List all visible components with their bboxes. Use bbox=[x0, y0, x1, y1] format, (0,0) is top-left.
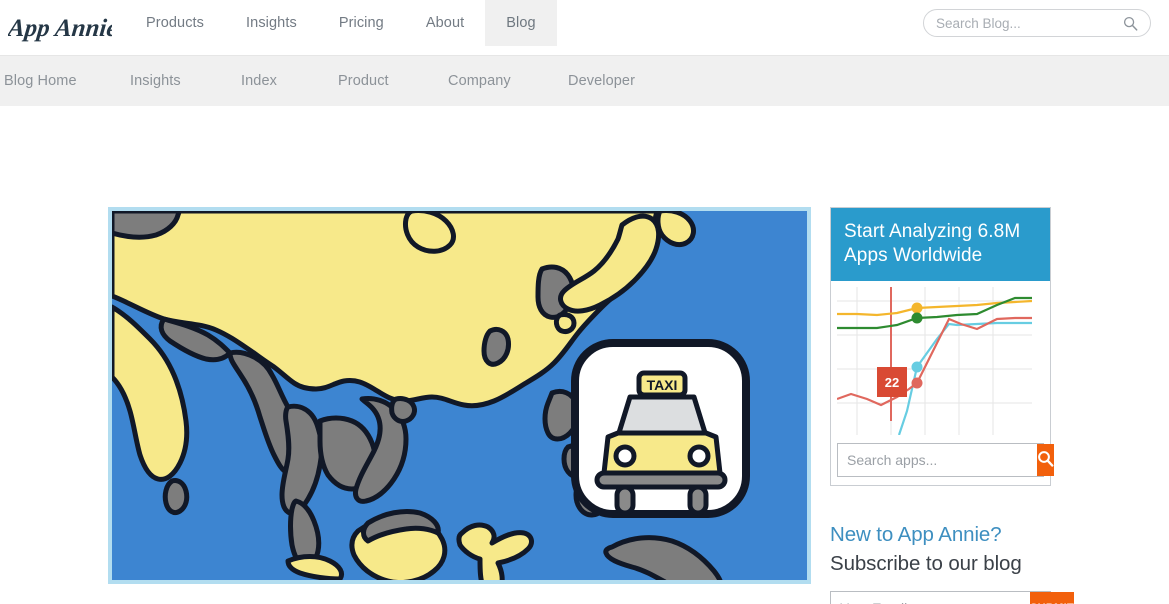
mini-line-chart: 22 bbox=[837, 287, 1044, 436]
promo-card: Start Analyzing 6.8M Apps Worldwide 22 S… bbox=[830, 207, 1054, 487]
chart-rank-value: 22 bbox=[885, 375, 899, 390]
apps-search-input[interactable] bbox=[838, 444, 1037, 477]
search-icon[interactable] bbox=[1123, 16, 1138, 31]
japan-hokkaido bbox=[655, 211, 696, 248]
nav-label: Insights bbox=[246, 15, 297, 31]
search-input[interactable] bbox=[936, 15, 1123, 31]
taxi-headlight-left bbox=[613, 444, 637, 468]
subscribe-heading-secondary: Subscribe to our blog bbox=[830, 551, 1022, 575]
taxi-wheel-left bbox=[614, 484, 636, 516]
subnav-item-product[interactable]: Product bbox=[338, 73, 389, 89]
subnav-label: Index bbox=[241, 73, 277, 89]
search-icon bbox=[1037, 450, 1054, 470]
blog-subnav: Blog Home Insights Index Product Company… bbox=[0, 55, 1169, 106]
taxi-wheel-right bbox=[687, 484, 709, 516]
svg-text:App Annie: App Annie bbox=[8, 15, 112, 42]
chart-bg bbox=[837, 287, 1032, 436]
subnav-item-index[interactable]: Index bbox=[241, 73, 277, 89]
blog-search bbox=[923, 9, 1151, 37]
subscribe-heading-primary: New to App Annie? bbox=[830, 523, 1002, 547]
app-annie-logo[interactable]: App Annie bbox=[0, 0, 112, 55]
chart-marker-red bbox=[911, 377, 923, 389]
asia-map-illustration: TAXI bbox=[112, 211, 807, 580]
taxi-sign-label: TAXI bbox=[647, 377, 678, 393]
subnav-label: Company bbox=[448, 73, 511, 89]
subscribe-submit-button[interactable]: SUBMIT bbox=[1030, 592, 1074, 604]
search-pill[interactable] bbox=[923, 9, 1151, 37]
chart-marker-green bbox=[911, 312, 923, 324]
promo-header: Start Analyzing 6.8M Apps Worldwide bbox=[831, 208, 1050, 282]
subnav-item-blog-home[interactable]: Blog Home bbox=[4, 73, 77, 89]
taxi-bumper bbox=[594, 470, 728, 490]
japan-kyushu bbox=[553, 312, 577, 334]
sri-lanka bbox=[162, 478, 190, 516]
taxi-headlight-right bbox=[687, 444, 711, 468]
nav-label: Products bbox=[146, 15, 205, 31]
chart-marker-yellow bbox=[911, 302, 923, 314]
subscribe-block: New to App Annie? Subscribe to our blog … bbox=[830, 522, 1074, 604]
primary-nav: Products Insights Pricing About Blog bbox=[125, 0, 557, 46]
taiwan bbox=[481, 326, 511, 367]
nav-item-about[interactable]: About bbox=[405, 0, 485, 46]
subnav-label: Developer bbox=[568, 73, 635, 89]
logo-wordmark: App Annie bbox=[8, 15, 112, 42]
apps-search-form bbox=[837, 443, 1054, 478]
subnav-item-company[interactable]: Company bbox=[448, 73, 511, 89]
article-hero-image[interactable]: TAXI bbox=[108, 207, 811, 584]
nav-label: About bbox=[425, 15, 465, 31]
apps-search-button[interactable] bbox=[1037, 444, 1054, 477]
subnav-label: Insights bbox=[130, 73, 181, 89]
subnav-label: Product bbox=[338, 73, 389, 89]
taxi-app-icon: TAXI bbox=[571, 339, 750, 518]
nav-label: Blog bbox=[506, 15, 536, 31]
nav-item-blog[interactable]: Blog bbox=[485, 0, 557, 46]
nav-label: Pricing bbox=[338, 15, 384, 31]
nav-item-insights[interactable]: Insights bbox=[225, 0, 318, 46]
chart-marker-cyan bbox=[911, 361, 923, 373]
page-body: TAXI Global and Regional Players Compete… bbox=[0, 106, 1169, 604]
nav-item-pricing[interactable]: Pricing bbox=[318, 0, 405, 46]
taxi-windshield bbox=[615, 394, 709, 439]
nav-item-products[interactable]: Products bbox=[125, 0, 225, 46]
sidebar: Start Analyzing 6.8M Apps Worldwide 22 S… bbox=[830, 207, 1074, 604]
promo-chart-area: 22 bbox=[831, 281, 1050, 436]
subnav-label: Blog Home bbox=[4, 73, 77, 89]
email-field[interactable] bbox=[831, 592, 1030, 604]
chart-svg: 22 bbox=[837, 287, 1032, 436]
subnav-item-developer[interactable]: Developer bbox=[568, 73, 635, 89]
subnav-item-insights[interactable]: Insights bbox=[130, 73, 181, 89]
site-header: App Annie Products Insights Pricing Abou… bbox=[0, 0, 1169, 55]
promo-headline: Start Analyzing 6.8M Apps Worldwide bbox=[844, 221, 1021, 266]
subscribe-form: SUBMIT bbox=[830, 591, 1074, 604]
hainan bbox=[389, 396, 417, 424]
